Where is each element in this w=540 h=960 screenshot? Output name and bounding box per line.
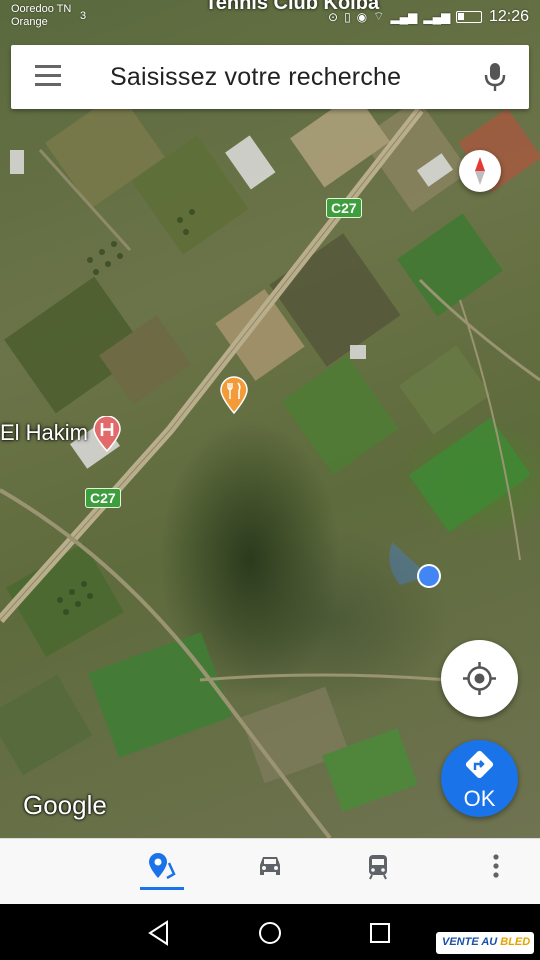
road-shield-c27: C27: [326, 198, 362, 218]
directions-button[interactable]: OK: [441, 740, 518, 817]
signal-icon-2: ▂▄▆: [423, 9, 451, 24]
clock: 12:26: [488, 8, 529, 25]
eye-comfort-icon: ◉: [356, 9, 368, 24]
road-shield-c27: C27: [85, 488, 121, 508]
directions-icon: [465, 750, 494, 779]
google-logo: Google: [23, 790, 107, 820]
explore-pin-icon: [149, 853, 176, 880]
carrier-name-2: Orange: [11, 16, 48, 28]
wifi-icon: ⌔: [373, 9, 385, 23]
restaurant-pin-icon[interactable]: [219, 376, 249, 415]
hospital-pin-icon[interactable]: [92, 415, 122, 453]
home-icon[interactable]: [255, 918, 285, 948]
current-location-icon: [389, 542, 441, 588]
bottom-tab-bar: [0, 838, 540, 904]
app-screen: Tennis Club Koiba Ooredoo TN Orange 3 ⊙ …: [0, 0, 540, 960]
battery-icon: [456, 10, 483, 23]
poi-label-hospital[interactable]: El Hakim: [0, 420, 88, 446]
status-icons: ⊙ ▯ ◉ ⌔ ▂▄▆ ▂▄▆: [328, 9, 483, 24]
location-status-icon: ⊙: [328, 9, 339, 24]
car-icon: [260, 857, 280, 875]
carrier-info: Ooredoo TN Orange: [11, 3, 71, 29]
tab-transit[interactable]: [356, 851, 400, 895]
watermark-text-1: VENTE AU: [442, 936, 501, 948]
tab-explore[interactable]: [140, 851, 184, 895]
search-input[interactable]: Saisissez votre recherche: [110, 63, 401, 92]
microphone-icon[interactable]: [483, 61, 507, 93]
watermark-text-2: BLED: [500, 936, 531, 948]
back-icon[interactable]: [145, 918, 175, 948]
compass-icon[interactable]: [459, 150, 501, 192]
hamburger-menu-icon[interactable]: [35, 65, 63, 89]
my-location-icon[interactable]: [441, 640, 518, 717]
carrier-name-1: Ooredoo TN: [11, 3, 72, 15]
tab-more[interactable]: [474, 851, 518, 895]
directions-label: OK: [463, 786, 496, 811]
more-vert-icon: [493, 854, 499, 878]
signal-icon-1: ▂▄▆: [390, 9, 418, 24]
sim-indicator: 3: [80, 10, 87, 22]
train-icon: [369, 855, 387, 880]
search-bar[interactable]: Saisissez votre recherche: [11, 45, 529, 109]
recent-apps-icon[interactable]: [365, 918, 395, 948]
vibrate-icon: ▯: [344, 9, 351, 24]
status-bar: Ooredoo TN Orange 3 ⊙ ▯ ◉ ⌔ ▂▄▆ ▂▄▆ 12:2…: [0, 0, 540, 36]
tab-driving[interactable]: [248, 851, 292, 895]
watermark: VENTE AU BLED: [436, 932, 534, 954]
